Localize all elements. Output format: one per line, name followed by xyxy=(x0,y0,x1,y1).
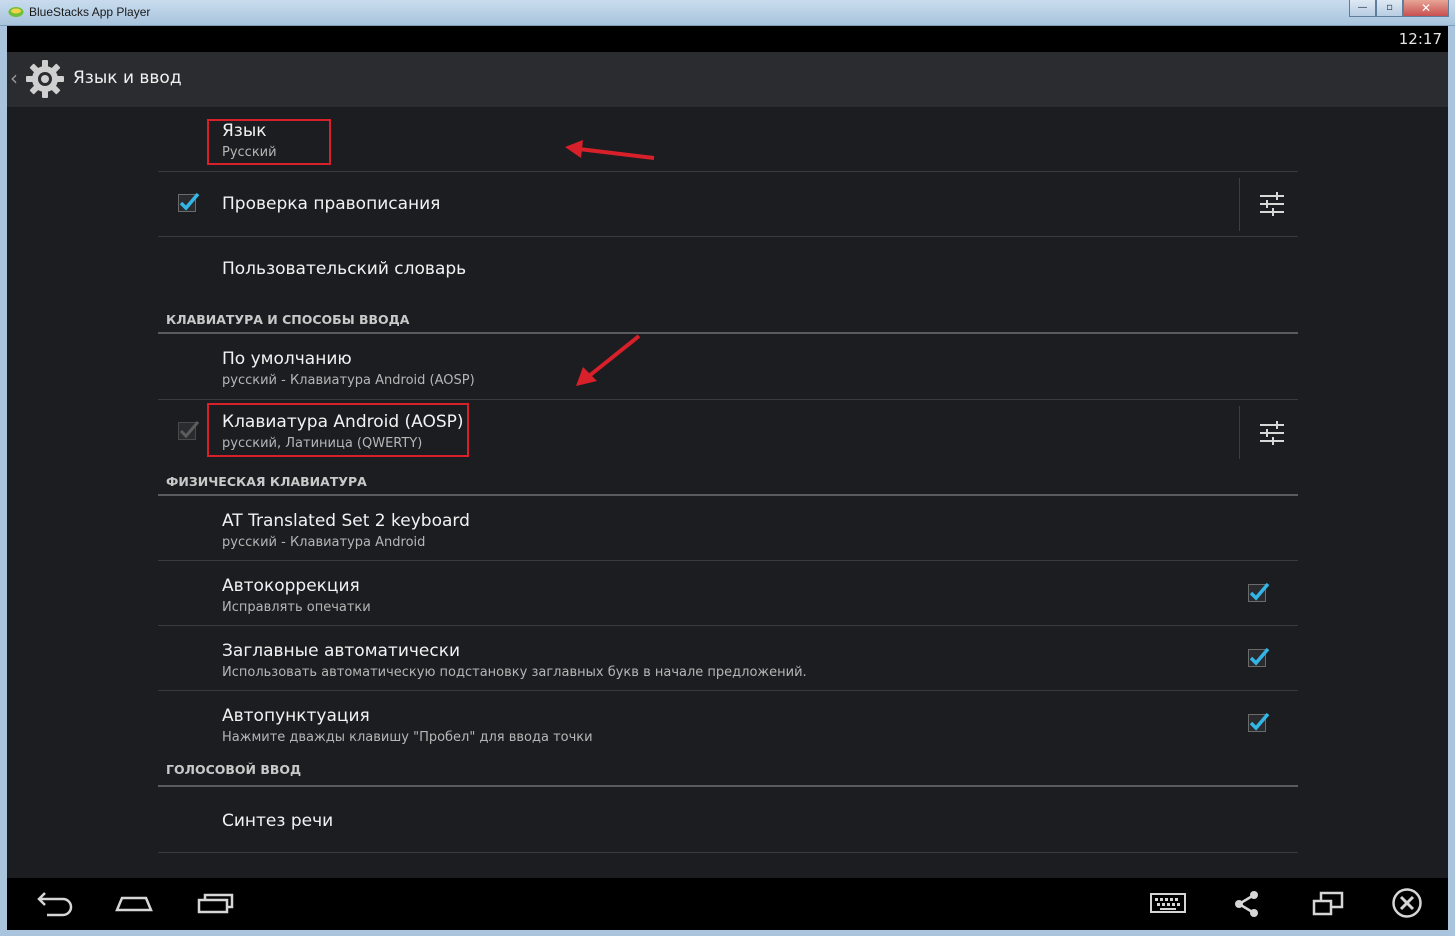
default-keyboard-summary: русский - Клавиатура Android (AOSP) xyxy=(222,373,475,388)
autocorrect-title: Автокоррекция xyxy=(222,576,360,596)
category-voice: ГОЛОСОВОЙ ВВОД xyxy=(158,756,1298,787)
up-chevron-icon[interactable]: ‹ xyxy=(10,66,18,90)
category-physical: ФИЗИЧЕСКАЯ КЛАВИАТУРА xyxy=(158,463,1298,496)
close-window-button[interactable]: ✕ xyxy=(1403,0,1449,17)
window-frame-bottom xyxy=(0,930,1455,936)
navigation-bar xyxy=(7,878,1448,930)
list-item-tts[interactable]: Синтез речи xyxy=(158,787,1298,853)
spellcheck-checkbox[interactable] xyxy=(178,192,200,212)
annotation-highlight-keyboard xyxy=(207,403,469,457)
list-item-autocorrect[interactable]: Автокоррекция Исправлять опечатки xyxy=(158,561,1298,626)
back-icon[interactable] xyxy=(35,890,75,918)
autocaps-checkbox[interactable] xyxy=(1248,647,1270,667)
list-item-default-keyboard[interactable]: По умолчанию русский - Клавиатура Androi… xyxy=(158,334,1298,400)
autocaps-title: Заглавные автоматически xyxy=(222,641,461,661)
bluestacks-logo-icon xyxy=(8,7,24,17)
list-item-autocaps[interactable]: Заглавные автоматически Использовать авт… xyxy=(158,626,1298,691)
checkmark-icon xyxy=(1249,582,1270,601)
window-titlebar: BlueStacks App Player — ▫ ✕ xyxy=(0,0,1455,26)
autopunct-title: Автопунктуация xyxy=(222,706,370,726)
rotate-screen-icon[interactable] xyxy=(1312,890,1344,918)
window-frame-left xyxy=(0,26,7,936)
window-title: BlueStacks App Player xyxy=(29,5,151,19)
aosp-keyboard-checkbox xyxy=(178,421,200,440)
status-clock: 12:17 xyxy=(1398,30,1442,48)
page-title: Язык и ввод xyxy=(73,68,182,88)
vertical-divider xyxy=(1239,178,1240,231)
category-keyboard: КЛАВИАТУРА И СПОСОБЫ ВВОДА xyxy=(158,301,1298,334)
autopunct-summary: Нажмите дважды клавишу "Пробел" для ввод… xyxy=(222,730,593,745)
list-item-spellcheck[interactable]: Проверка правописания xyxy=(158,172,1298,237)
list-item-user-dictionary[interactable]: Пользовательский словарь xyxy=(158,237,1298,301)
autocorrect-checkbox[interactable] xyxy=(1248,582,1270,602)
maximize-button[interactable]: ▫ xyxy=(1376,0,1403,17)
annotation-arrow-icon xyxy=(565,140,655,160)
keyboard-icon[interactable] xyxy=(1150,893,1186,915)
window-frame-right xyxy=(1448,26,1455,936)
default-keyboard-title: По умолчанию xyxy=(222,349,352,369)
share-icon[interactable] xyxy=(1233,890,1261,918)
android-screen: 12:17 ‹ Язык и ввод Язык Русский Проверк… xyxy=(7,26,1448,930)
checkmark-icon xyxy=(179,421,200,439)
tts-title: Синтез речи xyxy=(222,811,334,831)
gear-icon[interactable] xyxy=(23,57,67,101)
autocorrect-summary: Исправлять опечатки xyxy=(222,600,371,615)
category-label: КЛАВИАТУРА И СПОСОБЫ ВВОДА xyxy=(166,312,410,327)
at-keyboard-title: AT Translated Set 2 keyboard xyxy=(222,511,470,531)
checkmark-icon xyxy=(1249,712,1270,731)
settings-sliders-icon[interactable] xyxy=(1258,190,1286,218)
close-app-icon[interactable] xyxy=(1391,887,1423,919)
category-label: ФИЗИЧЕСКАЯ КЛАВИАТУРА xyxy=(166,474,367,489)
autopunct-checkbox[interactable] xyxy=(1248,712,1270,732)
settings-list: Язык Русский Проверка правописания Польз… xyxy=(158,107,1298,853)
checkmark-icon xyxy=(1249,647,1270,666)
recent-apps-icon[interactable] xyxy=(196,890,236,918)
spellcheck-title: Проверка правописания xyxy=(222,194,441,214)
annotation-highlight-language xyxy=(207,119,331,165)
autocaps-summary: Использовать автоматическую подстановку … xyxy=(222,665,807,680)
vertical-divider xyxy=(1239,406,1240,459)
category-label: ГОЛОСОВОЙ ВВОД xyxy=(166,762,302,777)
list-item-autopunct[interactable]: Автопунктуация Нажмите дважды клавишу "П… xyxy=(158,691,1298,756)
settings-sliders-icon[interactable] xyxy=(1258,419,1286,447)
at-keyboard-summary: русский - Клавиатура Android xyxy=(222,535,426,550)
user-dictionary-title: Пользовательский словарь xyxy=(222,259,467,279)
list-item-at-keyboard[interactable]: AT Translated Set 2 keyboard русский - К… xyxy=(158,496,1298,561)
status-bar: 12:17 xyxy=(7,26,1448,52)
action-bar: ‹ Язык и ввод xyxy=(7,52,1448,107)
home-icon[interactable] xyxy=(114,890,154,918)
checkmark-icon xyxy=(179,192,200,211)
annotation-arrow-icon xyxy=(576,334,641,386)
minimize-button[interactable]: — xyxy=(1349,0,1376,17)
